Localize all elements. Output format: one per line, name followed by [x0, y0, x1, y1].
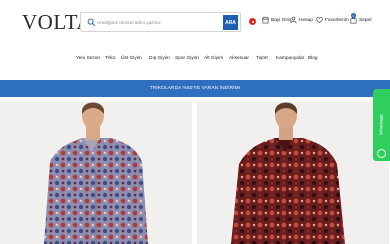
heart-icon [316, 17, 323, 23]
cart-label: Sepet [359, 17, 372, 23]
dealer-login-label: Bayi Giriş [271, 17, 292, 23]
nav-item-tisort[interactable]: Tişört [256, 56, 268, 61]
account-label: Hesap [299, 17, 313, 23]
nav-item-spor-giyim[interactable]: Spor Giyim [175, 56, 199, 61]
nav-item-yeni-sezon[interactable]: Yeni Sezon [76, 56, 100, 61]
store-icon [262, 16, 269, 24]
search-button[interactable]: ARA [223, 15, 238, 30]
whatsapp-button[interactable]: Whatsapp [373, 89, 390, 161]
nav-item-alt-giyim[interactable]: Alt Giyim [204, 56, 223, 61]
promo-banner[interactable]: TRİKOLARDA %50'YE VARAN İNDİRİM! [0, 80, 390, 97]
cart-count-badge: 0 [351, 13, 356, 18]
nav-item-dis-giyim[interactable]: Dış Giyim [149, 56, 170, 61]
whatsapp-label: Whatsapp [378, 114, 384, 136]
favorites-label: Favorilerim [325, 17, 349, 23]
product-card[interactable] [197, 102, 389, 244]
dealer-login-link[interactable]: Bayi Giriş [262, 16, 292, 24]
nav-item-aksesuar[interactable]: Aksesuar [229, 56, 249, 61]
nav-item-triko[interactable]: Triko [105, 56, 115, 61]
search-input[interactable] [97, 16, 217, 29]
product-image [0, 102, 192, 244]
flag-icon[interactable] [249, 18, 256, 25]
nav-item-kampanyalar[interactable]: Kampanyalar [276, 56, 304, 61]
nav-item-blog[interactable]: Blog [308, 56, 318, 61]
search-icon [87, 18, 96, 27]
search-bar: ARA [80, 12, 241, 32]
favorites-link[interactable]: Favorilerim [316, 16, 349, 24]
whatsapp-icon [377, 149, 386, 158]
product-image [197, 102, 389, 244]
product-card[interactable] [0, 102, 192, 244]
nav-item-ust-giyim[interactable]: Üst Giyim [121, 56, 142, 61]
user-icon [290, 16, 297, 24]
main-nav: Yeni Sezon Triko Üst Giyim Dış Giyim Spo… [0, 56, 390, 66]
account-link[interactable]: Hesap [290, 16, 313, 24]
